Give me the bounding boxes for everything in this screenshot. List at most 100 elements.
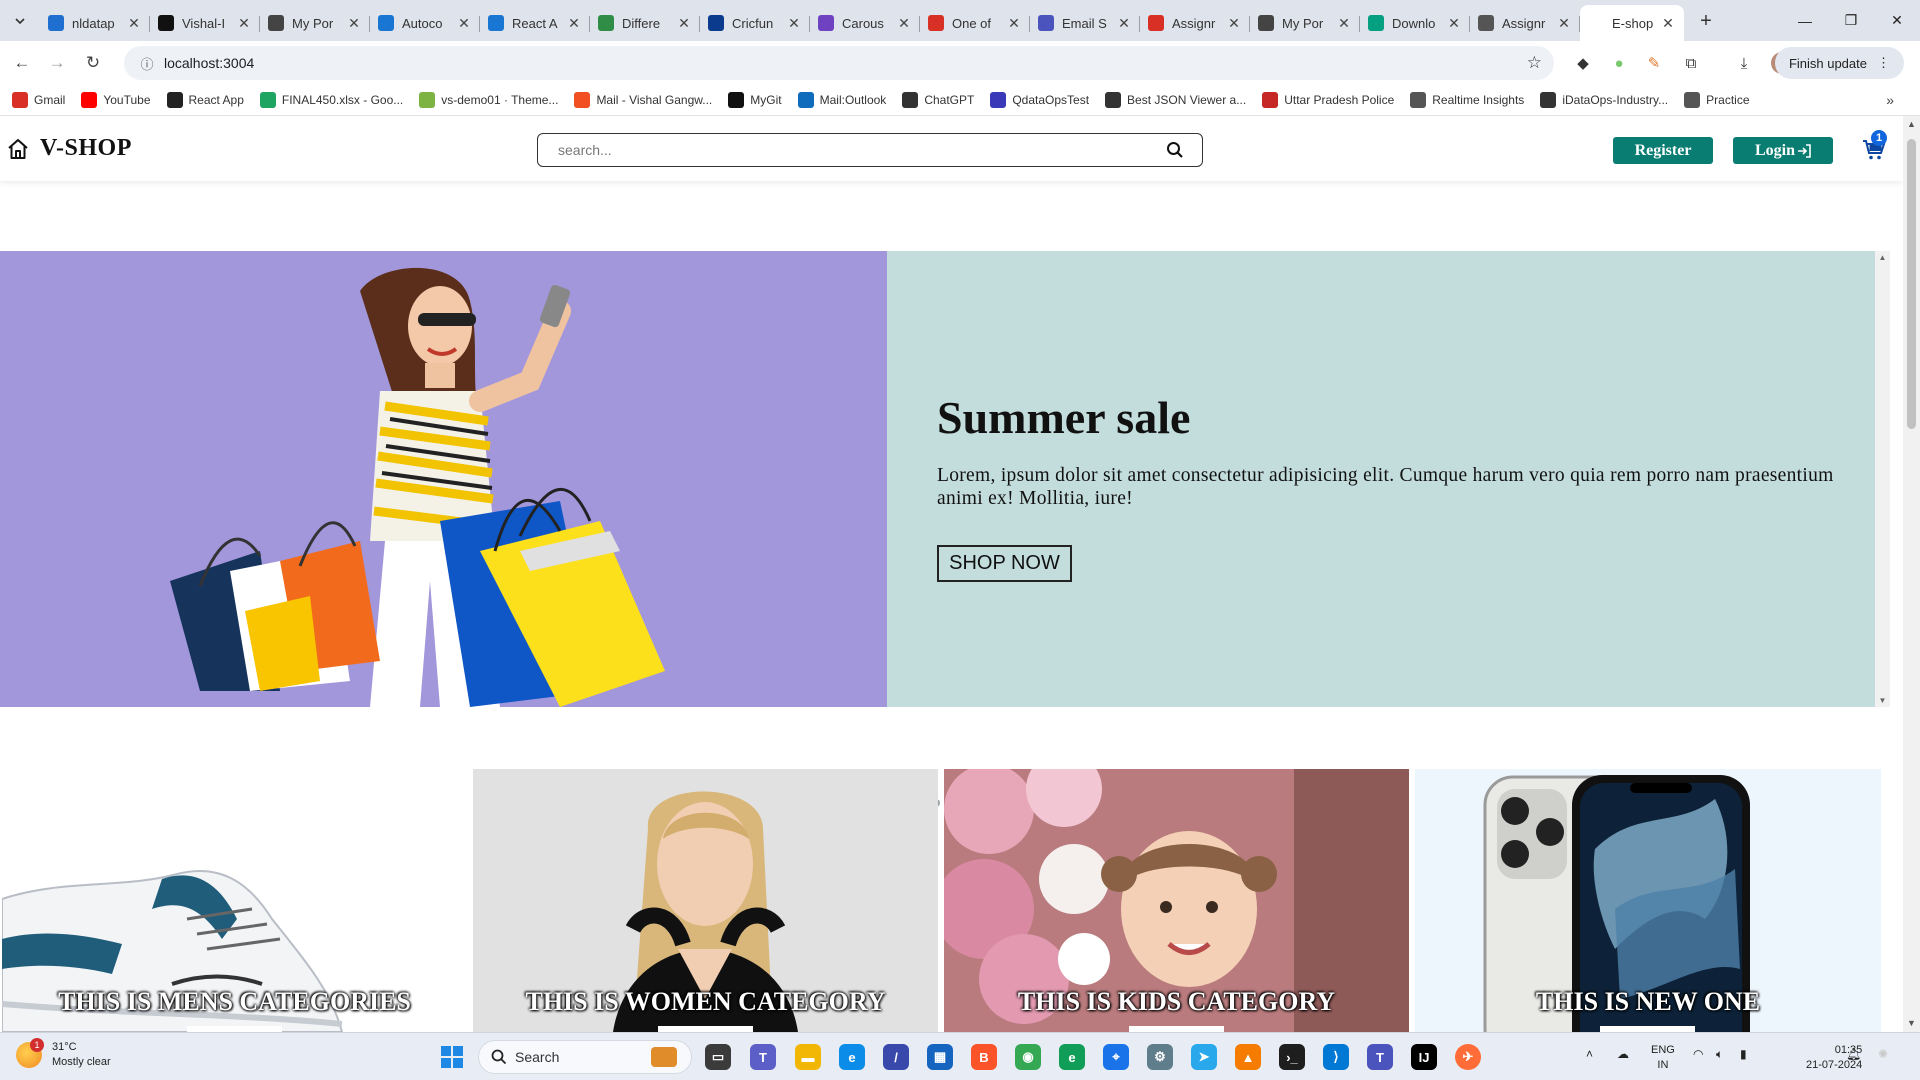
close-tab-icon[interactable]: ✕ — [1446, 15, 1462, 32]
site-info-icon[interactable]: ⓘ — [130, 54, 164, 73]
intellij-icon[interactable]: IJ — [1411, 1044, 1437, 1070]
chrome-icon[interactable]: ◉ — [1015, 1044, 1041, 1070]
weather-widget[interactable]: 1 31°C Mostly clear — [16, 1038, 111, 1070]
bookmark-item[interactable]: Best JSON Viewer a... — [1105, 91, 1246, 108]
category-card-kids[interactable]: THIS IS KIDS CATEGORY — [944, 769, 1409, 1032]
settings-icon[interactable]: ⚙ — [1147, 1044, 1173, 1070]
search-icon[interactable] — [1156, 135, 1194, 165]
bookmark-item[interactable]: React App — [166, 91, 244, 108]
browser-tab[interactable]: Differe ✕ — [590, 7, 700, 39]
scrollbar-thumb[interactable] — [1907, 139, 1916, 429]
extension-icon[interactable]: ◆ — [1572, 52, 1594, 74]
browser-tab[interactable]: Email S ✕ — [1030, 7, 1140, 39]
bookmark-item[interactable]: Mail - Vishal Gangw... — [574, 91, 712, 108]
maps-icon[interactable]: ⌖ — [1103, 1044, 1129, 1070]
forward-button[interactable]: → — [44, 50, 70, 76]
browser-tab[interactable]: React A ✕ — [480, 7, 590, 39]
close-tab-icon[interactable]: ✕ — [566, 15, 582, 32]
register-button[interactable]: Register — [1613, 137, 1713, 164]
wifi-icon[interactable]: ◠ — [1693, 1047, 1703, 1061]
browser-tab[interactable]: Assignr ✕ — [1470, 7, 1580, 39]
tab-search-button[interactable] — [9, 10, 31, 32]
browser-tab[interactable]: Vishal-I ✕ — [150, 7, 260, 39]
browser-tab[interactable]: Carous ✕ — [810, 7, 920, 39]
onedrive-icon[interactable]: ☁ — [1617, 1047, 1629, 1061]
scroll-up-icon[interactable]: ▲ — [1903, 116, 1920, 133]
store-icon[interactable]: ▦ — [927, 1044, 953, 1070]
maximize-button[interactable]: ❐ — [1828, 0, 1874, 41]
back-button[interactable]: ← — [9, 50, 35, 76]
reload-button[interactable]: ↻ — [80, 50, 106, 76]
extensions-puzzle-icon[interactable]: ⧉ — [1680, 52, 1702, 74]
postman-icon[interactable]: ✈ — [1455, 1044, 1481, 1070]
browser-tab-active[interactable]: E-shop ✕ — [1580, 5, 1684, 41]
file-explorer-icon[interactable]: ▬ — [795, 1044, 821, 1070]
new-tab-button[interactable]: + — [1690, 5, 1722, 37]
bookmark-item[interactable]: Uttar Pradesh Police — [1262, 91, 1394, 108]
download-icon[interactable]: ⤓ — [1733, 52, 1755, 74]
browser-tab[interactable]: Autoco ✕ — [370, 7, 480, 39]
language-indicator[interactable]: ENG IN — [1651, 1043, 1675, 1073]
task-view-icon[interactable]: ▭ — [705, 1044, 731, 1070]
taskbar-search[interactable]: Search — [478, 1040, 692, 1074]
volume-icon[interactable]: 🔈︎ — [1716, 1047, 1723, 1062]
extension-icon[interactable]: ✎ — [1643, 52, 1665, 74]
close-tab-icon[interactable]: ✕ — [896, 15, 912, 32]
finish-update-button[interactable]: Finish update ⋮ — [1774, 47, 1904, 79]
browser-tab[interactable]: Assignr ✕ — [1140, 7, 1250, 39]
extension-icon[interactable]: ● — [1608, 52, 1630, 74]
terminal-icon[interactable]: ›_ — [1279, 1044, 1305, 1070]
search-input[interactable] — [538, 135, 1156, 165]
bookmark-item[interactable]: ChatGPT — [902, 91, 974, 108]
close-tab-icon[interactable]: ✕ — [786, 15, 802, 32]
scroll-up-icon[interactable]: ▲ — [1875, 253, 1890, 262]
close-tab-icon[interactable]: ✕ — [676, 15, 692, 32]
hero-scrollbar[interactable]: ▲ ▼ — [1875, 251, 1890, 707]
browser-tab[interactable]: My Por ✕ — [260, 7, 370, 39]
bookmarks-overflow-icon[interactable]: » — [1886, 92, 1894, 108]
minimize-button[interactable]: — — [1782, 0, 1828, 41]
brave-icon[interactable]: B — [971, 1044, 997, 1070]
bookmark-item[interactable]: Practice — [1684, 91, 1750, 108]
bookmark-item[interactable]: vs-demo01 · Theme... — [419, 91, 558, 108]
edge-icon[interactable]: e — [839, 1044, 865, 1070]
close-tab-icon[interactable]: ✕ — [1336, 15, 1352, 32]
close-tab-icon[interactable]: ✕ — [346, 15, 362, 32]
bookmark-item[interactable]: YouTube — [81, 91, 151, 108]
scroll-down-icon[interactable]: ▼ — [1903, 1015, 1920, 1032]
shop-now-button[interactable]: SHOP NOW — [937, 545, 1072, 582]
bookmark-item[interactable]: MyGit — [728, 91, 782, 108]
bookmark-item[interactable]: Realtime Insights — [1410, 91, 1524, 108]
browser-tab[interactable]: My Por ✕ — [1250, 7, 1360, 39]
login-button[interactable]: Login — [1733, 137, 1833, 164]
address-bar[interactable]: ⓘ localhost:3004 ☆ — [124, 46, 1554, 80]
bookmark-item[interactable]: iDataOps-Industry... — [1540, 91, 1668, 108]
bookmark-star-icon[interactable]: ☆ — [1527, 53, 1542, 73]
close-tab-icon[interactable]: ✕ — [1116, 15, 1132, 32]
category-card-women[interactable]: THIS IS WOMEN CATEGORY — [473, 769, 938, 1032]
bookmark-item[interactable]: QdataOpsTest — [990, 91, 1089, 108]
close-tab-icon[interactable]: ✕ — [1006, 15, 1022, 32]
browser-tab[interactable]: One of ✕ — [920, 7, 1030, 39]
browser-tab[interactable]: nldatap ✕ — [40, 7, 150, 39]
close-tab-icon[interactable]: ✕ — [236, 15, 252, 32]
brand-link[interactable]: V-SHOP — [6, 135, 132, 162]
edge-dev-icon[interactable]: e — [1059, 1044, 1085, 1070]
vlc-icon[interactable]: ▲ — [1235, 1044, 1261, 1070]
close-tab-icon[interactable]: ✕ — [126, 15, 142, 32]
copilot-icon[interactable]: ✺ — [1878, 1047, 1888, 1061]
close-tab-icon[interactable]: ✕ — [1556, 15, 1572, 32]
category-card-new[interactable]: THIS IS NEW ONE — [1415, 769, 1881, 1032]
scroll-down-icon[interactable]: ▼ — [1875, 696, 1890, 705]
category-card-mens[interactable]: THIS IS MENS CATEGORIES — [2, 769, 467, 1032]
close-tab-icon[interactable]: ✕ — [456, 15, 472, 32]
close-tab-icon[interactable]: ✕ — [1660, 15, 1676, 32]
battery-icon[interactable]: ▮ — [1740, 1047, 1747, 1061]
bookmark-item[interactable]: Gmail — [12, 91, 65, 108]
teams-icon[interactable]: T — [750, 1044, 776, 1070]
bookmark-item[interactable]: FINAL450.xlsx - Goo... — [259, 91, 403, 108]
close-tab-icon[interactable]: ✕ — [1226, 15, 1242, 32]
teams-new-icon[interactable]: T — [1367, 1044, 1393, 1070]
notifications-icon[interactable]: 🔔︎ — [1846, 1047, 1861, 1061]
browser-tab[interactable]: Downlo ✕ — [1360, 7, 1470, 39]
